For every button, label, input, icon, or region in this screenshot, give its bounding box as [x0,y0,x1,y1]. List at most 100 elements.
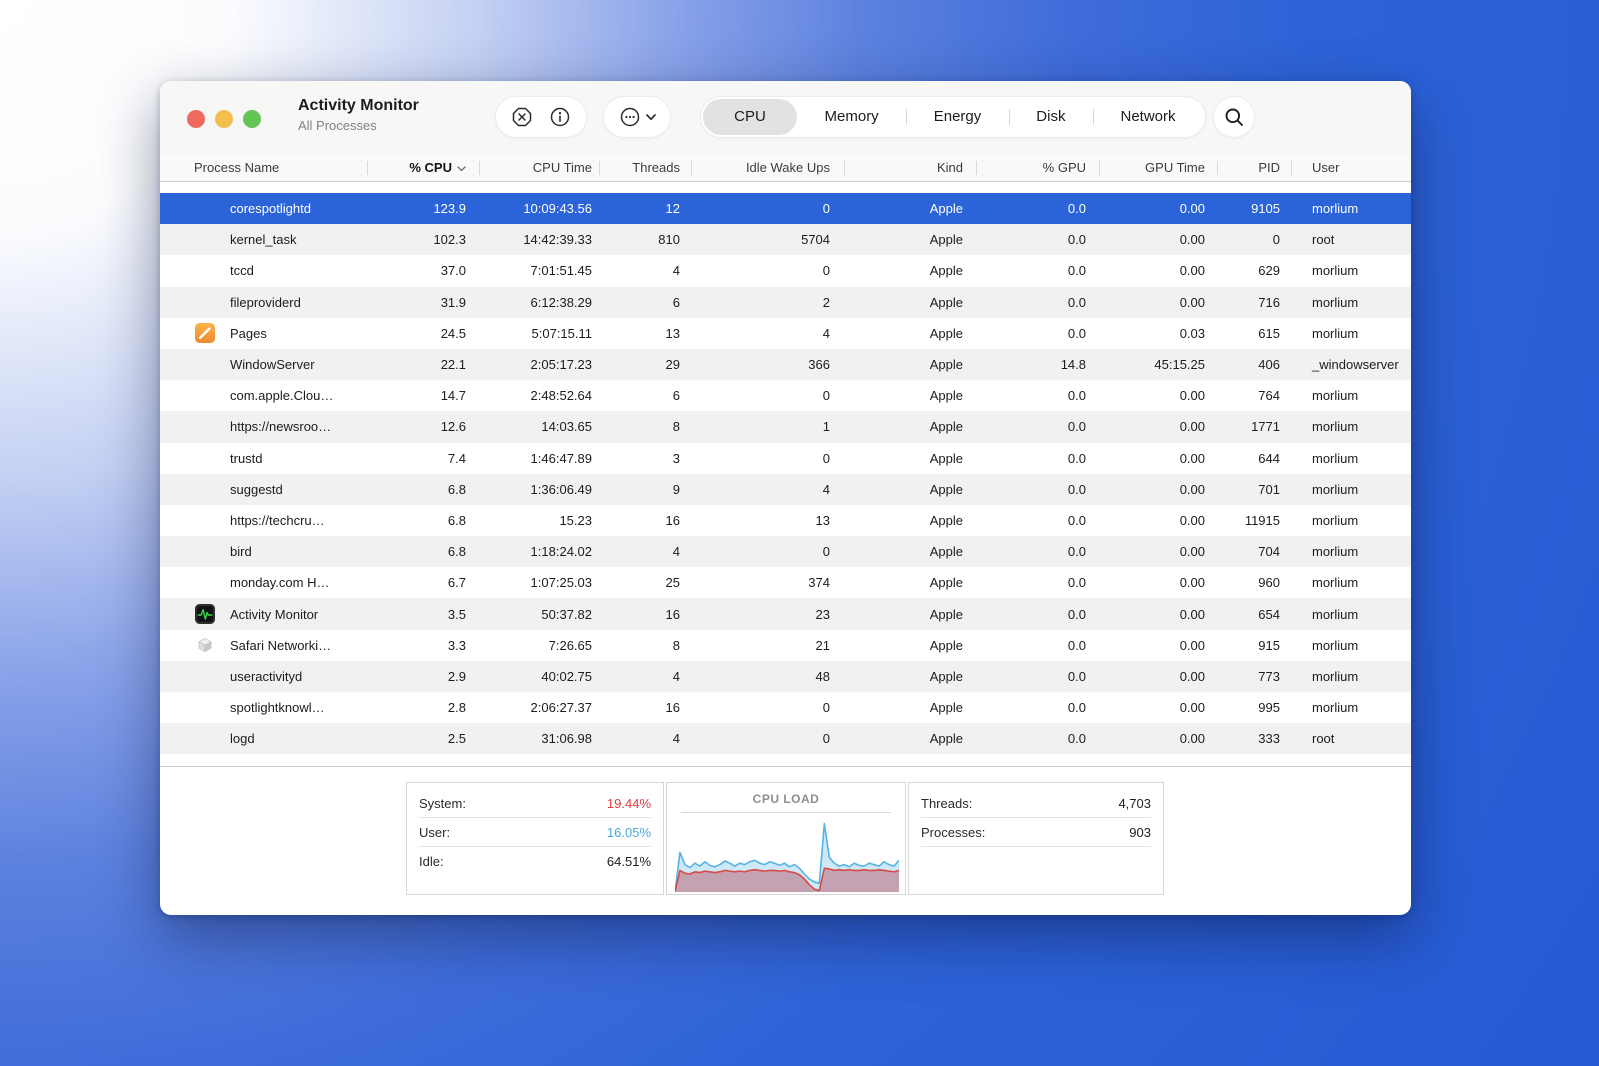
no-app-icon [194,572,216,594]
cell-threads: 6 [672,388,680,404]
cell-user: morlium [1312,700,1359,716]
cell-pid: 995 [1258,700,1280,716]
process-row[interactable]: corespotlightd 123.9 10:09:43.56 12 0 Apple 0.… [160,193,1411,225]
process-name: kernel_task [230,232,297,248]
zoom-window-button[interactable] [243,110,261,128]
process-name: com.apple.Clou… [230,388,334,404]
cpu-load-title-divider [681,812,891,814]
process-row[interactable]: monday.com H… 6.7 1:07:25.03 25 374 Apple 0.0 0… [160,567,1411,599]
cell-cpu_time: 14:03.65 [541,419,592,435]
cell-idle_wake_ups: 366 [808,357,830,373]
tab-energy[interactable]: Energy [906,99,1009,135]
process-row[interactable]: https://newsroo… 12.6 14:03.65 8 1 Apple 0.0 0.… [160,411,1411,443]
process-row[interactable]: Safari Networki… 3.3 7:26.65 8 21 Apple 0.0 0.0… [160,629,1411,661]
cell-gpu_time: 0.00 [1179,232,1205,248]
search-button[interactable] [1224,107,1245,128]
process-name: https://techcru… [230,512,325,528]
column-label: % GPU [1042,160,1086,175]
inspect-process-button[interactable] [549,106,571,128]
column-label: PID [1258,160,1280,175]
cell-name: Pages [160,322,368,344]
window-titlebar: Activity Monitor All Processes CPU Memor… [160,81,1411,155]
process-row[interactable]: trustd 7.4 1:46:47.89 3 0 Apple 0.0 0.00 644 morl… [160,442,1411,474]
cell-idle_wake_ups: 1 [822,419,830,435]
tab-network[interactable]: Network [1092,99,1203,135]
cell-gpu_time: 0.00 [1179,668,1205,684]
column-label: Process Name [194,160,280,175]
cell-cpu_time: 1:46:47.89 [530,450,592,466]
cell-gpu_time: 0.00 [1179,201,1205,217]
cell-gpu_time: 0.00 [1179,700,1205,716]
cell-name: bird [160,541,368,563]
cell-idle_wake_ups: 0 [822,201,830,217]
cpu-usage-stat-row: Idle: 64.51% [419,847,651,876]
process-row[interactable]: logd 2.5 31:06.98 4 0 Apple 0.0 0.00 333 root [160,723,1411,755]
cell-gpu: 0.0 [1067,544,1086,560]
magnifier-icon [1225,108,1243,126]
minimize-window-button[interactable] [215,110,233,128]
cell-cpu: 6.8 [447,512,466,528]
cell-gpu_time: 0.00 [1179,419,1205,435]
cell-threads: 8 [672,419,680,435]
cell-cpu_time: 7:26.65 [548,637,592,653]
tab-disk[interactable]: Disk [1008,99,1093,135]
cell-gpu_time: 45:15.25 [1154,357,1205,373]
more-options-button[interactable] [619,106,656,128]
process-row[interactable]: https://techcru… 6.8 15.23 16 13 Apple 0.0 0.00… [160,504,1411,537]
close-window-button[interactable] [187,110,205,128]
stop-process-button[interactable] [511,106,533,128]
cell-cpu_time: 5:07:15.11 [531,325,592,341]
cell-name: tccd [160,260,368,282]
no-app-icon [194,478,216,500]
column-header-pid[interactable]: PID [1218,155,1292,181]
cell-cpu: 6.8 [447,481,466,497]
count-stat-value: 4,703 [1118,795,1151,811]
cell-pid: 960 [1258,575,1280,591]
window-title: Activity Monitor [298,97,419,114]
threads-processes-stats-box: Threads: 4,703 Processes: 903 [908,782,1164,896]
column-header-user[interactable]: User [1292,155,1411,181]
process-row[interactable]: suggestd 6.8 1:36:06.49 9 4 Apple 0.0 0.00 701 mo… [160,473,1411,505]
cell-threads: 13 [665,325,680,341]
process-row[interactable]: spotlightknowl… 2.8 2:06:27.37 16 0 Apple 0.0 0… [160,692,1411,724]
cell-threads: 16 [665,606,680,622]
cell-cpu_time: 40:02.75 [541,668,592,684]
process-row[interactable]: bird 6.8 1:18:24.02 4 0 Apple 0.0 0.00 704 morliu… [160,536,1411,568]
column-header-kind[interactable]: Kind [845,155,977,181]
tab-memory[interactable]: Memory [797,99,906,135]
process-row[interactable]: com.apple.Clou… 14.7 2:48:52.64 6 0 Apple 0.0 0… [160,380,1411,412]
process-row[interactable]: Activity Monitor 3.5 50:37.82 16 23 Apple 0.0 0… [160,598,1411,630]
no-app-icon [194,354,216,376]
cell-threads: 810 [658,232,680,248]
cell-name: useractivityd [160,665,368,687]
process-row[interactable]: tccd 37.0 7:01:51.45 4 0 Apple 0.0 0.00 629 morli… [160,255,1411,287]
count-stat-row: Processes: 903 [921,818,1151,848]
cell-kind: Apple [929,637,963,653]
cell-gpu_time: 0.00 [1179,606,1205,622]
column-header-name[interactable]: Process Name [160,155,368,181]
column-header-threads[interactable]: Threads [600,155,692,181]
cell-pid: 0 [1272,232,1280,248]
column-header-gpu_time[interactable]: GPU Time [1100,155,1218,181]
process-name: WindowServer [230,357,315,373]
column-header-cpu_time[interactable]: CPU Time [480,155,600,181]
no-app-icon [194,198,216,220]
process-row[interactable]: useractivityd 2.9 40:02.75 4 48 Apple 0.0 0.00 7… [160,660,1411,692]
cell-name: Activity Monitor [160,603,368,625]
cell-user: morlium [1312,201,1359,217]
cell-name: suggestd [160,478,368,500]
column-header-cpu[interactable]: % CPU [368,155,480,181]
process-row[interactable]: fileproviderd 31.9 6:12:38.29 6 2 Apple 0.0 0.0… [160,286,1411,318]
cell-cpu: 2.8 [447,700,466,716]
tab-cpu[interactable]: CPU [703,99,797,135]
process-row[interactable]: kernel_task 102.3 14:42:39.33 810 5704 Apple 0… [160,224,1411,256]
no-app-icon [194,291,216,313]
cell-cpu_time: 6:12:38.29 [530,294,592,310]
column-header-idle_wake_ups[interactable]: Idle Wake Ups [692,155,845,181]
cell-cpu: 12.6 [440,419,466,435]
cell-user: morlium [1312,575,1359,591]
process-row[interactable]: WindowServer 22.1 2:05:17.23 29 366 Apple 14.8… [160,348,1411,381]
cell-pid: 644 [1258,450,1280,466]
process-row[interactable]: Pages 24.5 5:07:15.11 13 4 Apple 0.0 0.03 615 mor… [160,317,1411,349]
column-header-gpu[interactable]: % GPU [977,155,1100,181]
